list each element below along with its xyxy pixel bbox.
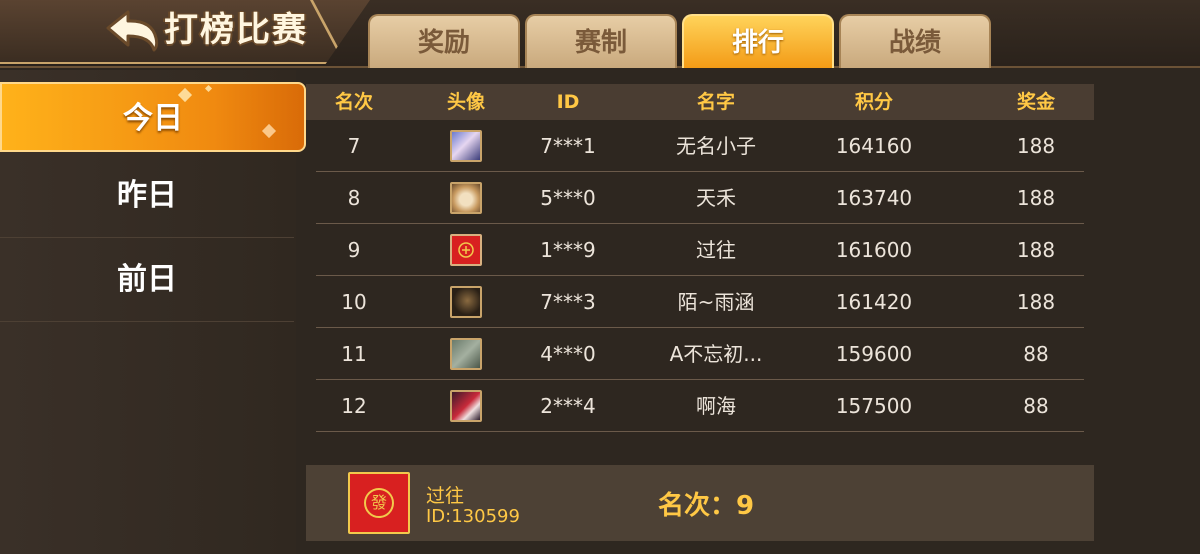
tab-records[interactable]: 战绩 xyxy=(839,14,991,68)
rank-cell: 9 xyxy=(347,238,361,262)
top-bar: 打榜比赛 奖励 赛制 排行 战绩 xyxy=(0,0,1200,68)
my-rank-bar: 發 过往 ID:130599 名次：9 xyxy=(306,465,1094,541)
sparkle-icon xyxy=(204,84,213,93)
prize-cell: 188 xyxy=(1016,186,1056,210)
name-cell: 陌~雨涵 xyxy=(677,290,755,314)
id-cell: 7***3 xyxy=(540,290,596,314)
prize-cell: 188 xyxy=(1016,290,1056,314)
ranking-table: 名次 头像 ID 名字 积分 奖金 7 7***1 无名小子 164160 18… xyxy=(306,84,1094,456)
name-cell: 过往 xyxy=(696,238,736,262)
page-title: 打榜比赛 xyxy=(164,10,308,50)
rank-cell: 7 xyxy=(347,134,361,158)
rank-cell: 12 xyxy=(341,394,367,418)
score-cell: 163740 xyxy=(835,186,913,210)
col-rank: 名次 xyxy=(334,91,373,113)
score-cell: 164160 xyxy=(835,134,913,158)
name-cell: 无名小子 xyxy=(676,134,756,158)
nav-yesterday[interactable]: 昨日 xyxy=(0,154,294,238)
table-row: 8 5***0 天禾 163740 188 xyxy=(316,172,1084,224)
day-nav: 今日 昨日 前日 xyxy=(0,70,306,554)
rank-cell: 10 xyxy=(341,290,367,314)
rank-cell: 11 xyxy=(341,342,367,366)
back-button[interactable] xyxy=(104,8,162,52)
nav-day-before[interactable]: 前日 xyxy=(0,238,294,322)
sparkle-icon xyxy=(177,87,193,103)
my-id: ID:130599 xyxy=(426,506,520,527)
table-row: 9 1***9 过往 161600 188 xyxy=(316,224,1084,276)
table-header: 名次 头像 ID 名字 积分 奖金 xyxy=(306,84,1094,120)
fa-tile-icon: 發 xyxy=(364,488,394,518)
rank-cell: 8 xyxy=(347,186,361,210)
id-cell: 1***9 xyxy=(540,238,596,262)
prize-cell: 188 xyxy=(1016,134,1056,158)
col-id: ID xyxy=(556,91,580,113)
my-name: 过往 xyxy=(426,485,465,507)
my-avatar[interactable]: 發 xyxy=(348,472,410,534)
col-avatar: 头像 xyxy=(446,91,485,113)
table-row: 11 4***0 A不忘初... 159600 88 xyxy=(316,328,1084,380)
avatar[interactable] xyxy=(450,130,482,162)
avatar[interactable] xyxy=(450,234,482,266)
col-name: 名字 xyxy=(696,91,735,113)
score-cell: 161600 xyxy=(835,238,913,262)
table-row: 10 7***3 陌~雨涵 161420 188 xyxy=(316,276,1084,328)
table-row: 12 2***4 啊海 157500 88 xyxy=(316,380,1084,432)
col-prize: 奖金 xyxy=(1016,91,1055,113)
my-rank: 名次：9 xyxy=(658,491,755,521)
score-cell: 161420 xyxy=(835,290,913,314)
nav-today-label: 今日 xyxy=(123,101,183,136)
avatar[interactable] xyxy=(450,182,482,214)
score-cell: 159600 xyxy=(835,342,913,366)
score-cell: 157500 xyxy=(835,394,913,418)
prize-cell: 188 xyxy=(1016,238,1056,262)
name-cell: A不忘初... xyxy=(669,342,763,366)
nav-today[interactable]: 今日 xyxy=(0,82,306,152)
avatar[interactable] xyxy=(450,338,482,370)
id-cell: 5***0 xyxy=(540,186,596,210)
prize-cell: 88 xyxy=(1023,342,1049,366)
avatar[interactable] xyxy=(450,286,482,318)
table-row: 7 7***1 无名小子 164160 188 xyxy=(316,120,1084,172)
name-cell: 啊海 xyxy=(696,394,736,418)
tab-rules[interactable]: 赛制 xyxy=(525,14,677,68)
tab-ranking[interactable]: 排行 xyxy=(682,14,834,68)
col-score: 积分 xyxy=(854,91,893,113)
back-arrow-icon xyxy=(106,10,159,52)
id-cell: 7***1 xyxy=(540,134,596,158)
tab-rewards[interactable]: 奖励 xyxy=(368,14,520,68)
id-cell: 2***4 xyxy=(540,394,596,418)
id-cell: 4***0 xyxy=(540,342,596,366)
name-cell: 天禾 xyxy=(696,186,736,210)
fa-tile-icon xyxy=(458,242,474,258)
sparkle-icon xyxy=(261,123,277,139)
prize-cell: 88 xyxy=(1023,394,1049,418)
avatar[interactable] xyxy=(450,390,482,422)
